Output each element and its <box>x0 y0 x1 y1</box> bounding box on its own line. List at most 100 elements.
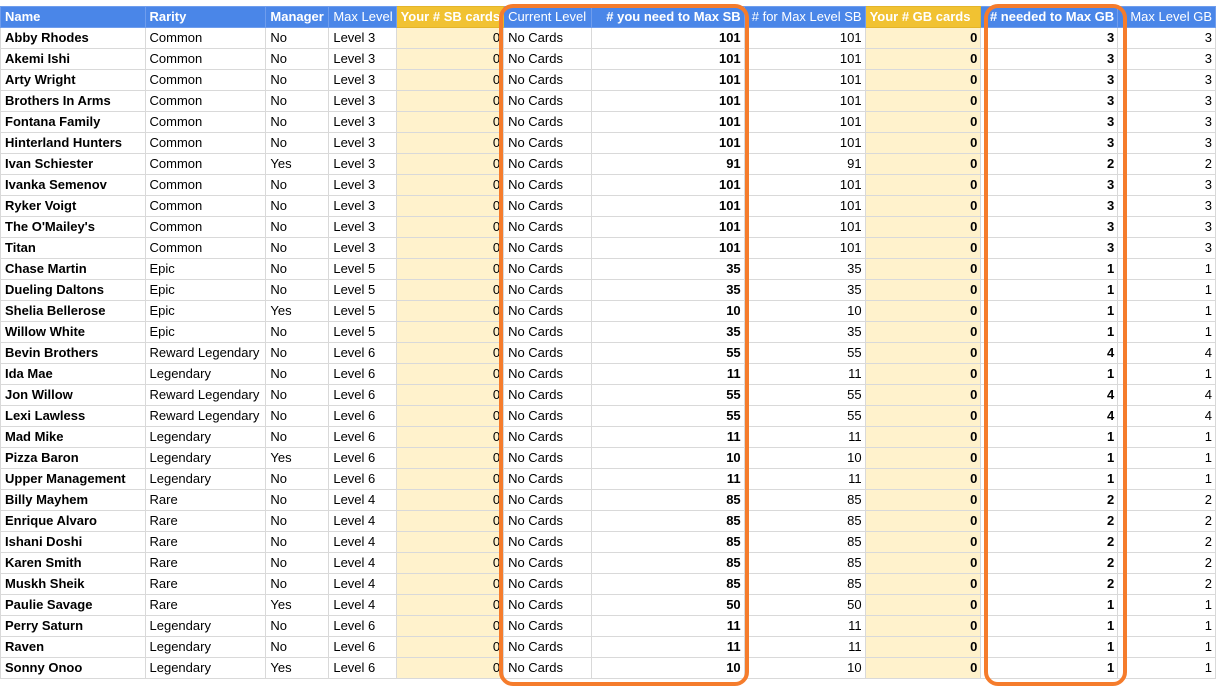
cell-needed-max-gb[interactable]: 4 <box>980 405 1119 427</box>
cell-current-level[interactable]: No Cards <box>503 48 592 70</box>
cell-need-max-sb[interactable]: 10 <box>591 300 745 322</box>
cell-sb-cards[interactable]: 0 <box>395 174 505 196</box>
cell-manager[interactable]: No <box>265 384 330 406</box>
cell-manager[interactable]: No <box>265 405 330 427</box>
cell-max-level[interactable]: Level 4 <box>328 594 397 616</box>
cell-max-level[interactable]: Level 6 <box>328 657 397 679</box>
cell-manager[interactable]: No <box>265 573 330 595</box>
cell-name[interactable]: Titan <box>0 237 146 259</box>
cell-needed-max-gb[interactable]: 1 <box>980 615 1119 637</box>
cell-sb-cards[interactable]: 0 <box>395 237 505 259</box>
cell-manager[interactable]: No <box>265 636 330 658</box>
cell-current-level[interactable]: No Cards <box>503 195 592 217</box>
cell-rarity[interactable]: Legendary <box>144 468 267 490</box>
cell-gb-cards[interactable]: 0 <box>864 90 982 112</box>
cell-rarity[interactable]: Common <box>144 174 267 196</box>
cell-gb-cards[interactable]: 0 <box>864 447 982 469</box>
cell-sb-cards[interactable]: 0 <box>395 573 505 595</box>
cell-name[interactable]: Dueling Daltons <box>0 279 146 301</box>
cell-max-level[interactable]: Level 3 <box>328 237 397 259</box>
cell-sb-cards[interactable]: 0 <box>395 90 505 112</box>
cell-sb-cards[interactable]: 0 <box>395 405 505 427</box>
cell-name[interactable]: Ishani Doshi <box>0 531 146 553</box>
cell-max-level-gb[interactable]: 1 <box>1117 615 1216 637</box>
cell-rarity[interactable]: Epic <box>144 279 267 301</box>
cell-rarity[interactable]: Reward Legendary <box>144 384 267 406</box>
cell-max-level[interactable]: Level 4 <box>328 510 397 532</box>
cell-current-level[interactable]: No Cards <box>503 132 592 154</box>
cell-need-max-sb[interactable]: 85 <box>591 552 745 574</box>
header-current-level[interactable]: Current Level <box>503 6 592 28</box>
cell-max-level-gb[interactable]: 3 <box>1117 216 1216 238</box>
cell-rarity[interactable]: Rare <box>144 552 267 574</box>
cell-max-level[interactable]: Level 4 <box>328 531 397 553</box>
cell-for-max-level-sb[interactable]: 85 <box>743 531 866 553</box>
cell-for-max-level-sb[interactable]: 101 <box>743 90 866 112</box>
cell-for-max-level-sb[interactable]: 101 <box>743 195 866 217</box>
cell-sb-cards[interactable]: 0 <box>395 426 505 448</box>
cell-needed-max-gb[interactable]: 2 <box>980 573 1119 595</box>
cell-gb-cards[interactable]: 0 <box>864 258 982 280</box>
cell-needed-max-gb[interactable]: 3 <box>980 90 1119 112</box>
cell-needed-max-gb[interactable]: 2 <box>980 510 1119 532</box>
cell-for-max-level-sb[interactable]: 101 <box>743 132 866 154</box>
cell-manager[interactable]: No <box>265 468 330 490</box>
cell-for-max-level-sb[interactable]: 85 <box>743 552 866 574</box>
cell-sb-cards[interactable]: 0 <box>395 510 505 532</box>
cell-max-level-gb[interactable]: 3 <box>1117 237 1216 259</box>
cell-name[interactable]: Shelia Bellerose <box>0 300 146 322</box>
cell-gb-cards[interactable]: 0 <box>864 132 982 154</box>
cell-gb-cards[interactable]: 0 <box>864 342 982 364</box>
cell-current-level[interactable]: No Cards <box>503 468 592 490</box>
cell-current-level[interactable]: No Cards <box>503 363 592 385</box>
cell-name[interactable]: Willow White <box>0 321 146 343</box>
cell-sb-cards[interactable]: 0 <box>395 468 505 490</box>
cell-name[interactable]: Pizza Baron <box>0 447 146 469</box>
cell-need-max-sb[interactable]: 35 <box>591 258 745 280</box>
cell-current-level[interactable]: No Cards <box>503 615 592 637</box>
cell-gb-cards[interactable]: 0 <box>864 111 982 133</box>
cell-gb-cards[interactable]: 0 <box>864 489 982 511</box>
cell-max-level[interactable]: Level 6 <box>328 405 397 427</box>
cell-max-level[interactable]: Level 3 <box>328 132 397 154</box>
cell-manager[interactable]: No <box>265 237 330 259</box>
cell-gb-cards[interactable]: 0 <box>864 426 982 448</box>
cell-max-level-gb[interactable]: 3 <box>1117 174 1216 196</box>
cell-for-max-level-sb[interactable]: 55 <box>743 384 866 406</box>
cell-gb-cards[interactable]: 0 <box>864 69 982 91</box>
cell-needed-max-gb[interactable]: 1 <box>980 447 1119 469</box>
cell-needed-max-gb[interactable]: 1 <box>980 279 1119 301</box>
cell-sb-cards[interactable]: 0 <box>395 447 505 469</box>
cell-for-max-level-sb[interactable]: 55 <box>743 342 866 364</box>
header-for-max-level-sb[interactable]: # for Max Level SB <box>743 6 866 28</box>
cell-for-max-level-sb[interactable]: 101 <box>743 27 866 49</box>
cell-needed-max-gb[interactable]: 1 <box>980 657 1119 679</box>
cell-max-level[interactable]: Level 4 <box>328 552 397 574</box>
cell-name[interactable]: Akemi Ishi <box>0 48 146 70</box>
cell-needed-max-gb[interactable]: 1 <box>980 426 1119 448</box>
cell-manager[interactable]: No <box>265 258 330 280</box>
cell-current-level[interactable]: No Cards <box>503 258 592 280</box>
cell-manager[interactable]: No <box>265 489 330 511</box>
cell-sb-cards[interactable]: 0 <box>395 216 505 238</box>
cell-gb-cards[interactable]: 0 <box>864 195 982 217</box>
cell-name[interactable]: Raven <box>0 636 146 658</box>
cell-current-level[interactable]: No Cards <box>503 111 592 133</box>
cell-needed-max-gb[interactable]: 2 <box>980 153 1119 175</box>
cell-need-max-sb[interactable]: 11 <box>591 363 745 385</box>
cell-manager[interactable]: No <box>265 510 330 532</box>
cell-need-max-sb[interactable]: 101 <box>591 216 745 238</box>
cell-max-level-gb[interactable]: 3 <box>1117 195 1216 217</box>
cell-need-max-sb[interactable]: 55 <box>591 384 745 406</box>
cell-max-level[interactable]: Level 3 <box>328 90 397 112</box>
cell-gb-cards[interactable]: 0 <box>864 174 982 196</box>
cell-for-max-level-sb[interactable]: 10 <box>743 447 866 469</box>
cell-sb-cards[interactable]: 0 <box>395 552 505 574</box>
cell-gb-cards[interactable]: 0 <box>864 636 982 658</box>
cell-gb-cards[interactable]: 0 <box>864 321 982 343</box>
cell-current-level[interactable]: No Cards <box>503 384 592 406</box>
cell-rarity[interactable]: Common <box>144 132 267 154</box>
cell-manager[interactable]: No <box>265 552 330 574</box>
cell-max-level-gb[interactable]: 3 <box>1117 69 1216 91</box>
cell-max-level-gb[interactable]: 4 <box>1117 342 1216 364</box>
